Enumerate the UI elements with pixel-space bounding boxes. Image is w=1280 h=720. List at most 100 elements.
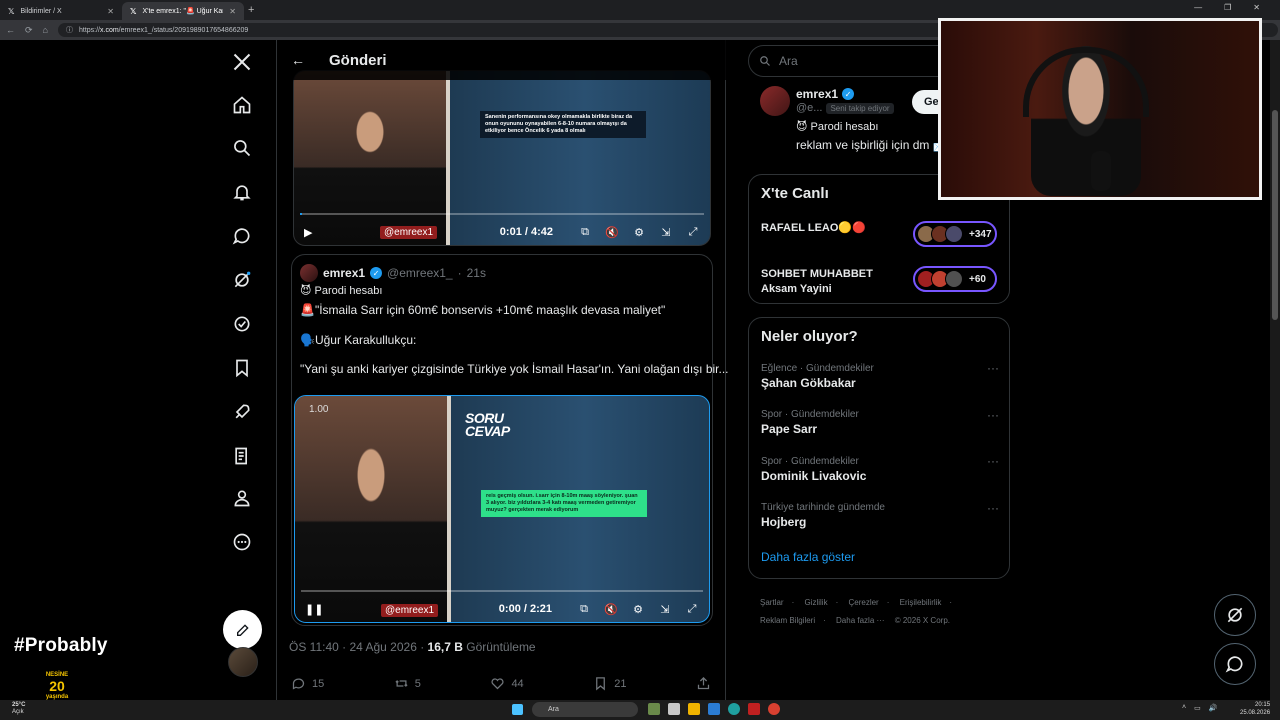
captions-icon[interactable]: ⧉ (578, 225, 592, 239)
grok-floating-button[interactable] (1214, 594, 1256, 636)
fullscreen-icon[interactable]: ⤢ (686, 225, 700, 239)
microphone-shape (1091, 151, 1111, 191)
more-options-icon[interactable]: ··· (987, 408, 999, 422)
folder-icon[interactable] (688, 703, 700, 715)
rocket-icon[interactable] (222, 392, 262, 432)
x-logo-icon[interactable] (222, 42, 262, 82)
bookmarks-icon[interactable] (222, 348, 262, 388)
compose-post-button[interactable] (223, 610, 262, 649)
edge-icon[interactable] (728, 703, 740, 715)
footer-links: Şartlar · Gizlilik · Çerezler · Erişilebili… (760, 594, 1000, 630)
notifications-bell-icon[interactable] (222, 172, 262, 212)
captions-icon[interactable]: ⧉ (577, 602, 591, 616)
home-icon[interactable] (222, 85, 262, 125)
tray-chevron-icon[interactable]: ˄ (1182, 704, 1186, 712)
footer-link-cookies[interactable]: Çerezler (848, 598, 878, 607)
live-item-title[interactable]: SOHBET MUHABBET Aksam Yayini (761, 267, 873, 297)
left-navigation (222, 40, 262, 690)
settings-gear-icon[interactable]: ⚙ (632, 225, 646, 239)
profile-avatar[interactable] (760, 86, 790, 116)
bookmark-button[interactable]: 21 (593, 676, 626, 691)
more-icon[interactable] (222, 522, 262, 562)
video-progress-bar[interactable] (301, 590, 703, 592)
recorder-icon[interactable] (748, 703, 760, 715)
mute-icon[interactable]: 🔇 (604, 602, 618, 616)
play-icon[interactable]: ▶ (304, 226, 312, 239)
footer-link-more[interactable]: Daha fazla ··· (836, 616, 884, 625)
share-icon (697, 676, 710, 690)
video-player-1[interactable]: Sanenin performansına okey olmamakla bir… (293, 70, 711, 246)
more-options-icon[interactable]: ··· (987, 501, 999, 515)
quoted-post[interactable]: emrex1 ✓ @emreex1_ · 21s 😈 Parodi hesabı… (291, 254, 729, 626)
trend-item[interactable]: Spor · Gündemdekiler Pape Sarr (761, 409, 859, 436)
pip-icon[interactable]: ⇲ (659, 225, 673, 239)
trend-item[interactable]: Türkiye tarihinde gündemde Hojberg (761, 502, 885, 529)
quoted-post-age[interactable]: 21s (467, 266, 486, 280)
reply-button[interactable]: 15 (291, 676, 324, 691)
lists-icon[interactable] (222, 436, 262, 476)
post-date[interactable]: ÖS 11:40 · 24 Ağu 2026 · (289, 640, 428, 654)
weather-widget[interactable]: 25°C Açık (12, 702, 25, 716)
like-button[interactable]: 44 (490, 676, 524, 691)
windows-start-icon[interactable] (512, 704, 523, 715)
minimize-icon[interactable]: — (1194, 3, 1202, 12)
back-icon[interactable]: ← (6, 25, 15, 35)
settings-gear-icon[interactable]: ⚙ (631, 602, 645, 616)
footer-link-accessibility[interactable]: Erişilebilirlik (900, 598, 942, 607)
mute-icon[interactable]: 🔇 (605, 225, 619, 239)
grok-icon[interactable] (222, 260, 262, 300)
close-icon[interactable]: ✕ (229, 7, 236, 16)
scrollbar-thumb[interactable] (1272, 110, 1278, 320)
footer-link-terms[interactable]: Şartlar (760, 598, 784, 607)
video-player-2[interactable]: 1.00 SORU CEVAP reis geçmiş olsun. i.sar… (294, 395, 710, 623)
page-scrollbar[interactable] (1270, 40, 1280, 700)
restore-icon[interactable]: ❐ (1224, 3, 1231, 12)
pip-icon[interactable]: ⇲ (658, 602, 672, 616)
profile-icon[interactable] (222, 478, 262, 518)
new-tab-button[interactable]: + (248, 4, 254, 16)
quoted-author-name[interactable]: emrex1 (323, 266, 365, 280)
trend-item[interactable]: Spor · Gündemdekiler Dominik Livakovic (761, 456, 866, 483)
fullscreen-icon[interactable]: ⤢ (685, 602, 699, 616)
volume-icon[interactable]: 🔊 (1209, 704, 1218, 712)
taskbar-clock[interactable]: 20:15 25.08.2026 (1240, 702, 1270, 717)
follows-you-badge: Seni takip ediyor (826, 102, 894, 114)
store-icon[interactable] (708, 703, 720, 715)
file-explorer-icon[interactable] (668, 703, 680, 715)
profile-name[interactable]: emrex1 ✓ (796, 87, 855, 101)
trend-item[interactable]: Eğlence · Gündemdekiler Şahan Gökbakar (761, 363, 874, 390)
pause-icon[interactable]: ❚❚ (305, 603, 323, 616)
info-icon[interactable]: ⓘ (66, 25, 73, 35)
verified-orgs-icon[interactable] (222, 304, 262, 344)
reload-icon[interactable]: ⟳ (25, 25, 33, 36)
live-item-title[interactable]: RAFAEL LEAO🟡🔴 (761, 221, 866, 236)
messages-icon[interactable] (222, 216, 262, 256)
share-button[interactable] (696, 676, 711, 691)
taskbar-search[interactable]: Ara (532, 702, 638, 717)
footer-link-privacy[interactable]: Gizlilik (804, 598, 827, 607)
footer-link-ads-info[interactable]: Reklam Bilgileri (760, 616, 815, 625)
window-close-icon[interactable]: ✕ (1253, 3, 1260, 12)
home-icon[interactable]: ⌂ (43, 25, 48, 35)
show-more-link[interactable]: Daha fazla göster (761, 550, 855, 564)
network-icon[interactable]: ▭ (1194, 704, 1201, 712)
back-arrow-icon[interactable]: ← (291, 52, 305, 68)
repost-button[interactable]: 5 (394, 676, 421, 691)
browser-tab-notifications[interactable]: 𝕏 Bildirimler / X ✕ (0, 2, 122, 20)
quoted-author-handle[interactable]: @emreex1_ (387, 266, 453, 280)
more-options-icon[interactable]: ··· (987, 454, 999, 468)
account-avatar[interactable] (228, 647, 258, 677)
messages-floating-button[interactable] (1214, 643, 1256, 685)
weather-temp: 25°C (12, 702, 26, 708)
video-progress-bar[interactable] (300, 213, 704, 215)
taskbar-app-icon[interactable] (648, 703, 660, 715)
close-icon[interactable]: ✕ (107, 7, 114, 16)
separator-dot: · (457, 266, 462, 280)
browser-tab-post[interactable]: 𝕏 X'te emrex1: "🚨 Uğur Karakullukçu ✕ (122, 2, 244, 20)
live-listeners-pill[interactable]: +347 (913, 221, 997, 247)
quoted-author-avatar[interactable] (300, 264, 318, 282)
chrome-icon[interactable] (768, 703, 780, 715)
more-options-icon[interactable]: ··· (987, 361, 999, 375)
live-listeners-pill[interactable]: +60 (913, 266, 997, 292)
search-icon[interactable] (222, 128, 262, 168)
